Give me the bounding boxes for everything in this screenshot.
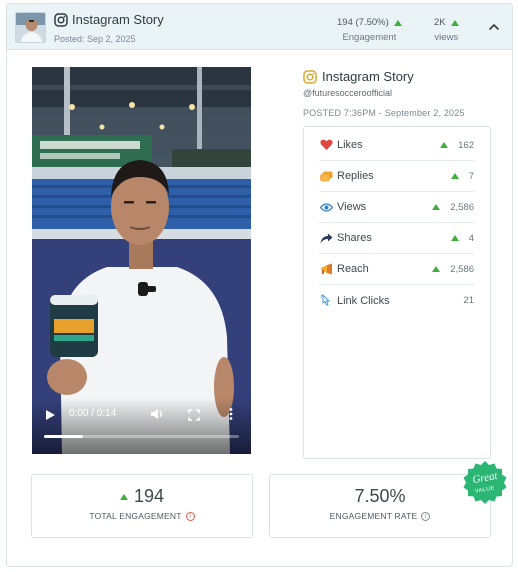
collapse-chevron-up-icon[interactable] (487, 20, 501, 34)
replies-icon (319, 169, 333, 183)
fullscreen-icon[interactable] (188, 408, 200, 421)
video-controls-bar (32, 398, 251, 454)
play-icon[interactable] (44, 408, 56, 420)
instagram-icon (303, 69, 317, 84)
post-title-text: Instagram Story (322, 69, 414, 84)
card-header: Instagram Story Posted: Sep 2, 2025 194 … (7, 4, 512, 50)
story-video-player[interactable]: 0:00 / 0:14 (32, 67, 251, 454)
video-frame (32, 67, 251, 454)
metric-value: 2,586 (450, 201, 474, 213)
share-arrow-icon (319, 231, 333, 245)
megaphone-icon (319, 262, 333, 276)
post-title: Instagram Story (303, 69, 414, 84)
metric-row-reach: Reach 2,586 (319, 254, 474, 285)
trend-up-icon (432, 204, 441, 210)
metrics-panel: Likes 162 Replies 7 Views 2,586 Shares 4… (303, 126, 491, 459)
trend-up-icon (440, 142, 449, 148)
trend-up-icon (393, 19, 402, 26)
total-engagement-tile: 194 TOTAL ENGAGEMENT i (31, 474, 253, 538)
account-handle[interactable]: @futuresocceroofficial (303, 88, 392, 98)
header-views-label: views (434, 32, 459, 43)
metric-row-likes: Likes 162 (319, 130, 474, 161)
metric-value: 21 (463, 295, 474, 306)
metric-value: 4 (468, 232, 474, 244)
instagram-icon (54, 12, 68, 27)
header-engagement-label: Engagement (342, 32, 397, 43)
metric-label: Link Clicks (337, 294, 390, 307)
trend-up-icon (119, 493, 128, 500)
header-engagement-value: 194 (7.50%) (337, 17, 389, 28)
metric-row-link-clicks: Link Clicks 21 (319, 285, 474, 316)
metric-row-shares: Shares 4 (319, 223, 474, 254)
metric-row-replies: Replies 7 (319, 161, 474, 192)
engagement-rate-value: 7.50% (354, 486, 406, 506)
video-progress-track[interactable] (44, 435, 239, 438)
metric-label: Reach (337, 263, 369, 275)
header-title-text: Instagram Story (72, 12, 164, 27)
metric-label: Views (337, 201, 367, 213)
metric-label: Replies (337, 170, 374, 182)
metric-label: Likes (337, 139, 363, 151)
metric-label: Shares (337, 232, 372, 244)
metric-value: 162 (458, 139, 474, 151)
link-click-icon (319, 294, 333, 308)
avatar (15, 12, 46, 43)
metric-value: 2,586 (450, 263, 474, 275)
metric-value: 7 (468, 170, 474, 182)
total-engagement-value: 194 (133, 486, 165, 506)
trend-up-icon (450, 235, 459, 241)
header-views-value: 2K (434, 17, 446, 28)
engagement-rate-tile: 7.50% ENGAGEMENT RATE i (269, 474, 491, 538)
trend-up-icon (450, 19, 459, 26)
video-time: 0:00 / 0:14 (69, 408, 117, 419)
header-engagement: 194 (7.50%) Engagement (337, 17, 402, 43)
volume-icon[interactable] (150, 407, 164, 421)
engagement-rate-label: ENGAGEMENT RATE (329, 511, 418, 521)
info-icon[interactable]: i (185, 511, 195, 521)
video-progress-fill (44, 435, 83, 438)
more-options-icon[interactable] (227, 407, 235, 421)
header-title: Instagram Story (54, 12, 164, 27)
posted-date: Posted: Sep 2, 2025 (54, 34, 136, 44)
header-views: 2K views (434, 17, 459, 43)
trend-up-icon (432, 266, 441, 272)
eye-icon (319, 200, 333, 214)
heart-icon (319, 138, 333, 152)
instagram-story-card: Instagram Story Posted: Sep 2, 2025 194 … (6, 3, 513, 567)
metric-row-views: Views 2,586 (319, 192, 474, 223)
great-value-badge: Great VALUE (462, 460, 508, 506)
info-icon[interactable]: i (421, 511, 431, 521)
total-engagement-label: TOTAL ENGAGEMENT (89, 511, 182, 521)
trend-up-icon (450, 173, 459, 179)
posted-timestamp: POSTED 7:36PM - September 2, 2025 (303, 108, 465, 118)
